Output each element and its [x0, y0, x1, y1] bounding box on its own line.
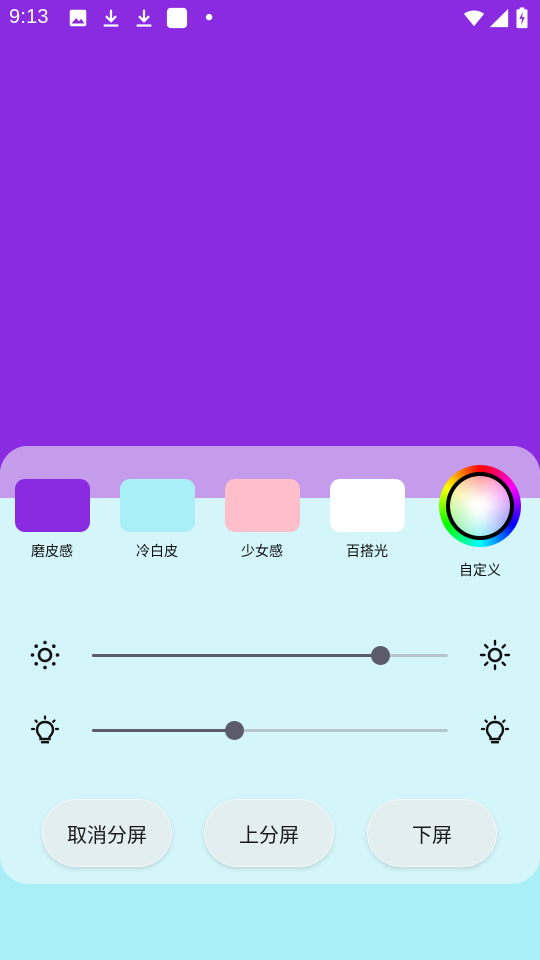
image-icon [67, 7, 89, 29]
color-temperature-slider[interactable] [92, 721, 448, 740]
dot-icon [199, 7, 221, 29]
preset-label-girlish: 少女感 [241, 544, 283, 560]
app-square-icon [166, 7, 188, 29]
download-icon [133, 7, 155, 29]
upper-split-button[interactable]: 上分屏 [204, 799, 334, 867]
preset-label-versatile: 百搭光 [346, 544, 388, 560]
beauty-light-panel: 磨皮感 冷白皮 少女感 百搭光 自定义 取消分屏 上分屏 下屏 [0, 446, 540, 884]
brightness-slider[interactable] [92, 646, 448, 665]
lightbulb-icon [29, 715, 61, 747]
color-wheel-icon[interactable] [439, 465, 521, 547]
status-time: 9:13 [9, 6, 49, 28]
preset-swatch-girlish[interactable] [225, 479, 300, 532]
color-temperature-slider-thumb[interactable] [225, 721, 245, 740]
cancel-split-button[interactable]: 取消分屏 [42, 799, 172, 867]
custom-color-label: 自定义 [459, 563, 501, 579]
brightness-slider-fill [92, 654, 381, 657]
color-temperature-slider-fill [92, 729, 235, 732]
brightness-slider-thumb[interactable] [371, 646, 391, 665]
lightbulb-icon [479, 715, 511, 747]
signal-icon [488, 7, 510, 29]
brightness-high-icon [479, 639, 511, 671]
preset-label-buffing: 磨皮感 [31, 544, 73, 560]
preset-label-cool-white: 冷白皮 [136, 544, 178, 560]
brightness-low-icon [29, 639, 61, 671]
preset-swatch-cool-white[interactable] [120, 479, 195, 532]
color-preview-area [0, 0, 540, 498]
preset-swatch-buffing[interactable] [15, 479, 90, 532]
status-bar: 9:13 [0, 0, 540, 38]
download-icon [100, 7, 122, 29]
preset-swatch-versatile[interactable] [330, 479, 405, 532]
battery-charging-icon [515, 7, 529, 29]
wifi-icon [462, 7, 486, 29]
lower-split-button[interactable]: 下屏 [367, 799, 497, 867]
